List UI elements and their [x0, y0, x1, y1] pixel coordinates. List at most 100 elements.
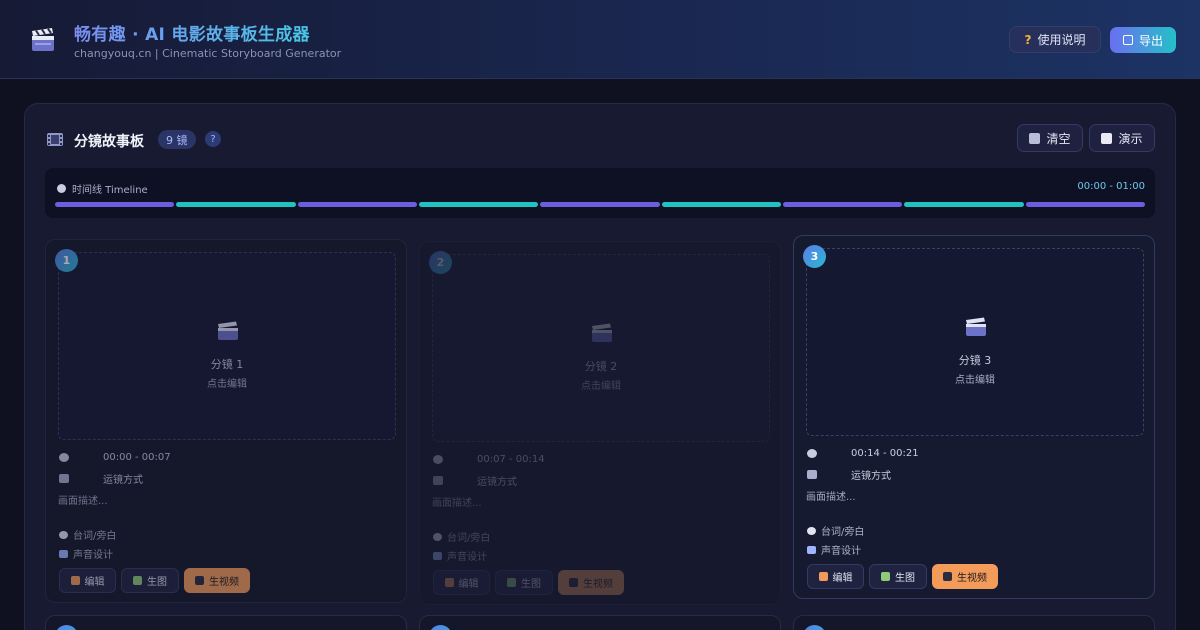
scene-card[interactable]: 分镜 3 点击编辑 3 00:14 - 00:21 运镜方式 画面描述... 台… — [793, 235, 1155, 599]
edit-button[interactable]: 编辑 — [59, 568, 116, 593]
generate-video-button[interactable]: 生视频 — [932, 564, 998, 589]
speaker-icon — [59, 549, 68, 558]
edit-button-label: 编辑 — [458, 579, 479, 590]
generate-image-button[interactable]: 生图 — [869, 564, 927, 589]
scene-preview-title: 分镜 2 — [584, 360, 618, 373]
generate-image-button[interactable]: 生图 — [495, 570, 553, 595]
timeline-segment[interactable] — [419, 202, 539, 207]
generate-video-label: 生视频 — [583, 579, 613, 590]
scene-camera[interactable]: 运镜方式 — [103, 471, 143, 486]
scene-description[interactable]: 画面描述... — [806, 488, 856, 503]
scene-description[interactable]: 画面描述... — [58, 492, 108, 507]
timeline-range: 00:00 - 01:00 — [1077, 181, 1145, 192]
scene-description[interactable]: 画面描述... — [432, 494, 482, 509]
timeline-segment[interactable] — [661, 202, 781, 207]
scene-sound[interactable]: 声音设计 — [447, 548, 487, 563]
scene-number-badge: 1 — [55, 249, 78, 272]
storyboard-panel: 分镜故事板 9 镜 ? 清空 演示 时间线 Timeline 00:00 - 0… — [24, 103, 1176, 630]
edit-button-label: 编辑 — [832, 573, 853, 584]
scene-preview-title: 分镜 3 — [958, 354, 992, 367]
speaker-icon — [807, 545, 816, 554]
scene-preview[interactable]: 分镜 2 点击编辑 — [432, 254, 770, 442]
generate-image-button[interactable]: 生图 — [121, 568, 179, 593]
edit-button[interactable]: 编辑 — [807, 564, 864, 589]
timeline-label-group: 时间线 Timeline — [57, 181, 148, 196]
scene-preview-title: 分镜 1 — [210, 358, 244, 371]
scene-camera[interactable]: 运镜方式 — [477, 473, 517, 488]
scene-preview-hint: 点击编辑 — [581, 381, 621, 392]
scene-sound-row: 声音设计 — [433, 548, 487, 563]
scene-time-row: 00:14 - 00:21 — [807, 448, 919, 459]
scene-number-badge: 2 — [429, 251, 452, 274]
generate-video-button[interactable]: 生视频 — [558, 570, 624, 595]
scene-dialogue-row: 台词/旁白 — [433, 529, 490, 544]
scene-dialogue-row: 台词/旁白 — [59, 527, 116, 542]
scene-camera[interactable]: 运镜方式 — [851, 467, 891, 482]
speaker-icon — [433, 551, 442, 560]
demo-button-label: 演示 — [1118, 131, 1143, 146]
scene-preview[interactable]: 分镜 1 点击编辑 — [58, 252, 396, 440]
scene-card-partial[interactable] — [793, 615, 1155, 630]
timeline-segments — [55, 202, 1145, 208]
timeline-segment[interactable] — [783, 202, 903, 207]
clock-icon — [59, 453, 69, 462]
scene-dialogue-row: 台词/旁白 — [807, 523, 864, 538]
scene-time-row: 00:07 - 00:14 — [433, 454, 545, 465]
scene-camera-row: 运镜方式 — [433, 476, 517, 488]
timeline: 时间线 Timeline 00:00 - 01:00 — [45, 168, 1155, 218]
help-button[interactable]: ? 使用说明 — [1009, 26, 1101, 53]
demo-button[interactable]: 演示 — [1089, 124, 1155, 152]
export-button-label: 导出 — [1138, 33, 1163, 48]
pencil-icon — [444, 578, 454, 587]
timeline-segment[interactable] — [297, 202, 417, 207]
panel-help-icon[interactable]: ? — [205, 131, 221, 147]
scene-sound[interactable]: 声音设计 — [821, 542, 861, 557]
timeline-label: 时间线 Timeline — [72, 185, 148, 196]
timeline-segment[interactable] — [540, 202, 660, 207]
scene-camera-row: 运镜方式 — [59, 474, 143, 486]
timeline-segment[interactable] — [1025, 202, 1145, 207]
clear-button-label: 清空 — [1046, 131, 1071, 146]
scene-preview[interactable]: 分镜 3 点击编辑 — [806, 248, 1144, 436]
image-icon — [133, 576, 142, 585]
generate-video-label: 生视频 — [957, 573, 987, 584]
app-title: 畅有趣 · AI 电影故事板生成器 — [74, 20, 310, 45]
timeline-segment[interactable] — [904, 202, 1024, 207]
pencil-icon — [70, 576, 80, 585]
scene-sound[interactable]: 声音设计 — [73, 546, 113, 561]
clapperboard-icon — [218, 321, 238, 340]
edit-button[interactable]: 编辑 — [433, 570, 490, 595]
scene-dialogue[interactable]: 台词/旁白 — [447, 529, 490, 544]
dice-icon — [1101, 132, 1113, 144]
generate-image-label: 生图 — [895, 573, 915, 584]
question-icon: ? — [1024, 32, 1032, 47]
clapperboard-icon — [966, 317, 986, 336]
scene-card[interactable]: 分镜 2 点击编辑 2 00:07 - 00:14 运镜方式 画面描述... 台… — [419, 241, 781, 605]
scene-time: 00:07 - 00:14 — [477, 454, 545, 465]
clear-button[interactable]: 清空 — [1017, 124, 1083, 152]
image-icon — [507, 578, 516, 587]
scene-card[interactable]: 分镜 1 点击编辑 1 00:00 - 00:07 运镜方式 画面描述... 台… — [45, 239, 407, 603]
app-subtitle: changyouq.cn | Cinematic Storyboard Gene… — [74, 47, 342, 60]
export-button[interactable]: 导出 — [1110, 27, 1176, 53]
scene-number-badge — [55, 625, 78, 630]
scene-dialogue[interactable]: 台词/旁白 — [821, 523, 864, 538]
speech-bubble-icon — [433, 532, 442, 541]
edit-button-label: 编辑 — [84, 577, 105, 588]
scene-time: 00:00 - 00:07 — [103, 452, 171, 463]
generate-video-button[interactable]: 生视频 — [184, 568, 250, 593]
generate-image-label: 生图 — [521, 579, 541, 590]
timeline-segment[interactable] — [55, 202, 175, 207]
scene-camera-row: 运镜方式 — [807, 470, 891, 482]
help-button-label: 使用说明 — [1037, 33, 1086, 47]
scene-preview-hint: 点击编辑 — [207, 379, 247, 390]
video-icon — [195, 576, 204, 585]
scene-card-partial[interactable] — [45, 615, 407, 630]
film-icon — [59, 474, 69, 483]
panel-title: 分镜故事板 — [74, 134, 144, 150]
film-strip-icon — [47, 133, 63, 146]
scene-dialogue[interactable]: 台词/旁白 — [73, 527, 116, 542]
speech-bubble-icon — [807, 526, 816, 535]
timeline-segment[interactable] — [176, 202, 296, 207]
scene-card-partial[interactable] — [419, 615, 781, 630]
